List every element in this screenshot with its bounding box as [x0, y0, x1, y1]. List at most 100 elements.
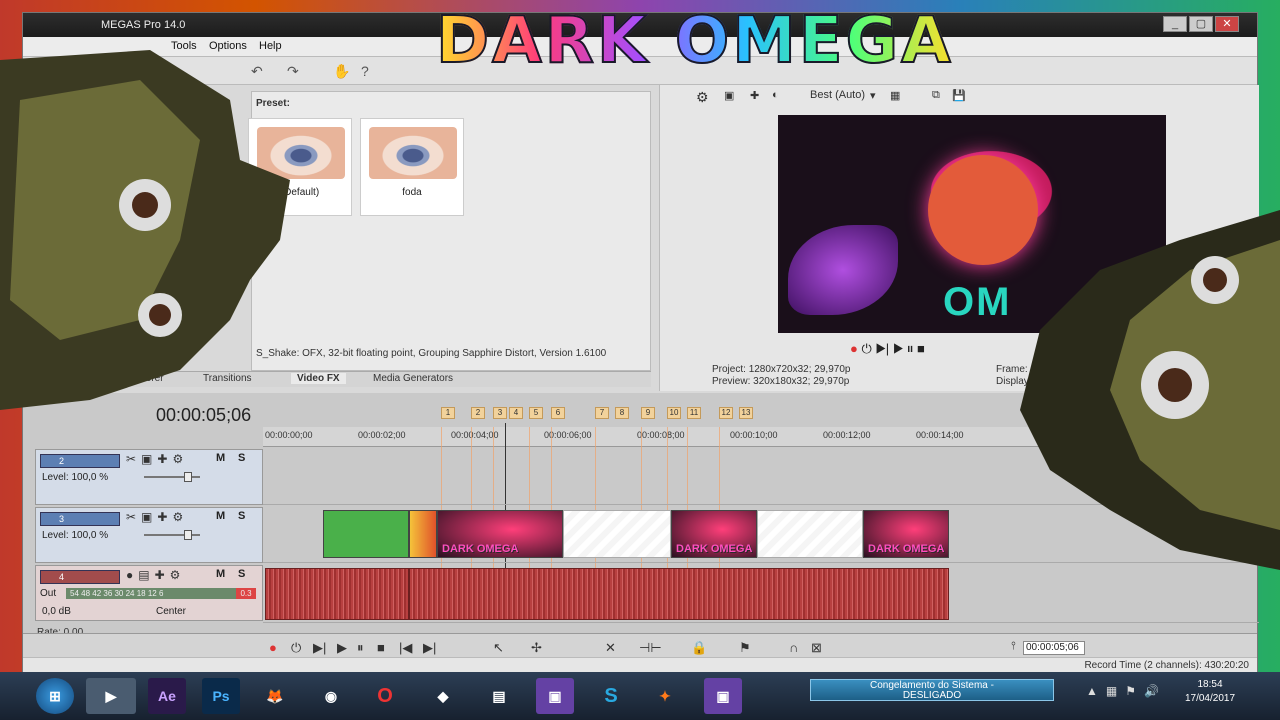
track-icons[interactable]: ✂▣✚⚙ — [126, 452, 188, 466]
skype-icon[interactable]: S — [592, 678, 630, 714]
delete-icon[interactable]: ✕ — [605, 640, 616, 656]
marker[interactable]: 5 — [529, 407, 543, 419]
solo-button[interactable]: S — [238, 452, 245, 464]
project-value: 1280x720x32; 29,970p — [748, 364, 851, 375]
lock-icon[interactable]: 🔒 — [691, 640, 707, 656]
track-icons[interactable]: ●▤✚⚙ — [126, 568, 185, 582]
preset-foda[interactable]: foda — [360, 118, 464, 216]
mute-button[interactable]: M — [216, 568, 225, 580]
loop-icon[interactable]: ⏻ — [861, 341, 871, 356]
maximize-button[interactable]: ▢ — [1189, 16, 1213, 32]
split-screen-icon[interactable]: ▣ — [724, 89, 734, 102]
clip-title: DARK OMEGA — [442, 543, 519, 555]
audio-clip[interactable] — [265, 568, 409, 620]
mute-button[interactable]: M — [216, 510, 225, 522]
close-button[interactable]: ✕ — [1215, 16, 1239, 32]
edit-tool-icon[interactable]: ↖ — [493, 640, 504, 656]
marker-icon[interactable]: ⚑ — [739, 640, 751, 656]
loop-icon[interactable]: ⏻ — [291, 640, 301, 656]
ruler-tick: 00:00:02;00 — [358, 430, 406, 440]
marker[interactable]: 9 — [641, 407, 655, 419]
marker[interactable]: 7 — [595, 407, 609, 419]
envelope-tool-icon[interactable]: ✢ — [531, 640, 542, 656]
marker[interactable]: 1 — [441, 407, 455, 419]
game-icon[interactable]: ✦ — [646, 678, 684, 714]
stop-icon[interactable]: ■ — [377, 640, 385, 655]
video-clip[interactable]: DARK OMEGA — [437, 510, 563, 558]
auto-crossfade-icon[interactable]: ⊠ — [811, 640, 822, 656]
level-slider[interactable] — [144, 530, 200, 540]
marker[interactable]: 10 — [667, 407, 681, 419]
start-button[interactable]: ⊞ — [36, 678, 74, 714]
track-header-3: 3 ✂▣✚⚙ M S Level: 100,0 % — [35, 507, 263, 563]
video-clip[interactable] — [757, 510, 863, 558]
play-from-start-icon[interactable]: ▶| — [313, 640, 326, 656]
go-to-end-icon[interactable]: ▶| — [423, 640, 436, 656]
after-effects-task[interactable]: Ae — [148, 678, 186, 714]
vegas-task-icon[interactable]: ▶ — [86, 678, 136, 714]
solo-button[interactable]: S — [238, 568, 245, 580]
play-from-start-icon[interactable]: ▶| — [875, 341, 889, 356]
marker[interactable]: 12 — [719, 407, 733, 419]
preset-name: foda — [402, 187, 422, 198]
gear-icon[interactable]: ⚙ — [696, 89, 709, 106]
trim-icon[interactable]: ⊣⊢ — [639, 640, 662, 656]
notification-line2: DESLIGADO — [902, 690, 962, 701]
twitch-icon[interactable]: ▣ — [536, 678, 574, 714]
pan-label: Center — [156, 606, 187, 617]
audio-clip[interactable] — [409, 568, 949, 620]
help-pointer-icon[interactable]: ? — [361, 63, 369, 79]
slider-knob[interactable] — [184, 530, 192, 540]
volume-label: 0,0 dB — [42, 606, 71, 617]
folder-icon[interactable]: ▤ — [480, 678, 518, 714]
app-icon[interactable]: ◆ — [424, 678, 462, 714]
chrome-icon[interactable]: ◉ — [312, 678, 350, 714]
marker[interactable]: 6 — [551, 407, 565, 419]
solo-button[interactable]: S — [238, 510, 245, 522]
marker[interactable]: 3 — [493, 407, 507, 419]
minimize-button[interactable]: _ — [1163, 16, 1187, 32]
twitch-icon[interactable]: ▣ — [704, 678, 742, 714]
marker[interactable]: 2 — [471, 407, 485, 419]
preview-mode-icon[interactable]: ◐ — [772, 89, 779, 101]
external-monitor-icon[interactable]: ✚ — [750, 89, 759, 102]
snapping-icon[interactable]: ∩ — [789, 640, 798, 655]
copy-snapshot-icon[interactable]: ⧉ — [932, 89, 940, 102]
go-to-start-icon[interactable]: |◀ — [399, 640, 412, 656]
system-tray[interactable]: ▲▦⚑🔊 — [1086, 684, 1167, 698]
pause-icon[interactable]: ⏸ — [907, 341, 914, 356]
play-icon[interactable]: ▶ — [893, 341, 903, 356]
stop-icon[interactable]: ■ — [917, 341, 925, 356]
marker[interactable]: 13 — [739, 407, 753, 419]
video-clip[interactable] — [563, 510, 671, 558]
record-icon[interactable]: ● — [269, 640, 277, 655]
video-clip[interactable] — [323, 510, 409, 558]
video-clip[interactable]: DARK OMEGA — [863, 510, 949, 558]
marker[interactable]: 11 — [687, 407, 701, 419]
chevron-down-icon[interactable]: ▾ — [870, 89, 876, 102]
taskbar-clock[interactable]: 18:54 17/04/2017 — [1180, 678, 1240, 706]
firefox-icon[interactable]: 🦊 — [256, 678, 294, 714]
preview-quality-dropdown[interactable]: Best (Auto) — [810, 89, 865, 101]
track-icons[interactable]: ✂▣✚⚙ — [126, 510, 188, 524]
hand-tool-icon[interactable]: ✋ — [333, 63, 350, 80]
track-number-label: 3 — [59, 514, 65, 524]
marker[interactable]: 8 — [615, 407, 629, 419]
mute-button[interactable]: M — [216, 452, 225, 464]
slider-knob[interactable] — [184, 472, 192, 482]
level-slider[interactable] — [144, 472, 200, 482]
record-icon[interactable]: ● — [850, 341, 858, 356]
marker[interactable]: 4 — [509, 407, 523, 419]
system-freeze-notification[interactable]: Congelamento do Sistema - DESLIGADO — [810, 679, 1054, 701]
windows-taskbar: ⊞ ▶ Ae Ps 🦊 ◉ O ◆ ▤ ▣ S ✦ ▣ Congelamento… — [0, 672, 1280, 720]
overlays-icon[interactable]: ▦ — [890, 89, 900, 102]
play-icon[interactable]: ▶ — [337, 640, 347, 656]
video-clip[interactable] — [409, 510, 437, 558]
photoshop-task[interactable]: Ps — [202, 678, 240, 714]
opera-icon[interactable]: O — [366, 678, 404, 714]
tab-media-generators[interactable]: Media Generators — [373, 373, 453, 384]
pause-icon[interactable]: ⏸ — [357, 640, 364, 656]
ruler-tick: 00:00:10;00 — [730, 430, 778, 440]
save-snapshot-icon[interactable]: 💾 — [952, 89, 966, 102]
video-clip[interactable]: DARK OMEGA — [671, 510, 757, 558]
